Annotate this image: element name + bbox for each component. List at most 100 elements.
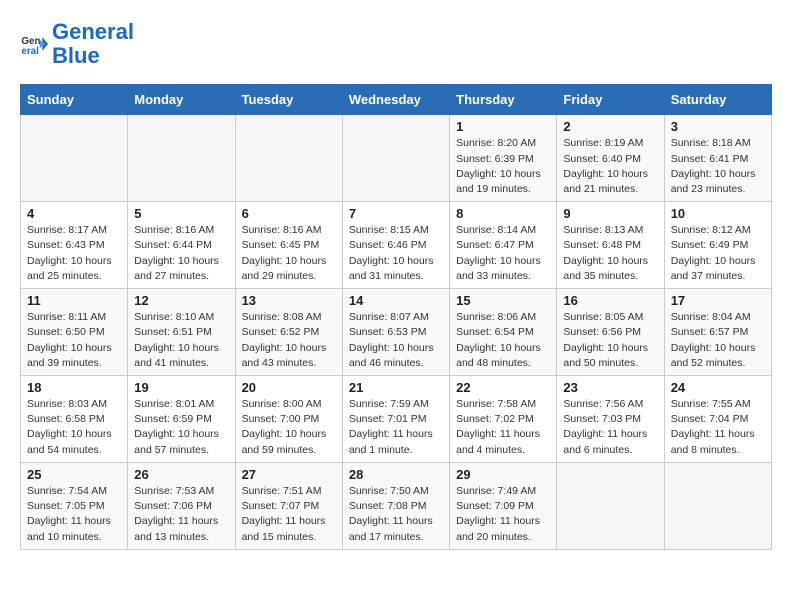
day-info: Sunrise: 8:14 AM Sunset: 6:47 PM Dayligh…	[456, 223, 550, 284]
day-info: Sunrise: 8:17 AM Sunset: 6:43 PM Dayligh…	[27, 223, 121, 284]
day-info: Sunrise: 7:58 AM Sunset: 7:02 PM Dayligh…	[456, 397, 550, 458]
weekday-saturday: Saturday	[664, 85, 771, 115]
calendar-cell: 29 Sunrise: 7:49 AM Sunset: 7:09 PM Dayli…	[450, 462, 557, 549]
calendar-cell: 12 Sunrise: 8:10 AM Sunset: 6:51 PM Dayli…	[128, 289, 235, 376]
calendar-cell: 19 Sunrise: 8:01 AM Sunset: 6:59 PM Dayli…	[128, 376, 235, 463]
calendar-cell: 1 Sunrise: 8:20 AM Sunset: 6:39 PM Daylig…	[450, 115, 557, 202]
calendar-header: SundayMondayTuesdayWednesdayThursdayFrid…	[21, 85, 772, 115]
calendar-cell: 21 Sunrise: 7:59 AM Sunset: 7:01 PM Dayli…	[342, 376, 449, 463]
day-info: Sunrise: 8:16 AM Sunset: 6:45 PM Dayligh…	[242, 223, 336, 284]
day-info: Sunrise: 7:51 AM Sunset: 7:07 PM Dayligh…	[242, 484, 336, 545]
calendar-cell: 28 Sunrise: 7:50 AM Sunset: 7:08 PM Dayli…	[342, 462, 449, 549]
day-info: Sunrise: 8:03 AM Sunset: 6:58 PM Dayligh…	[27, 397, 121, 458]
day-info: Sunrise: 8:11 AM Sunset: 6:50 PM Dayligh…	[27, 310, 121, 371]
day-number: 20	[242, 380, 336, 395]
day-info: Sunrise: 7:56 AM Sunset: 7:03 PM Dayligh…	[563, 397, 657, 458]
calendar-cell: 22 Sunrise: 7:58 AM Sunset: 7:02 PM Dayli…	[450, 376, 557, 463]
calendar-cell: 4Sunrise: 8:17 AM Sunset: 6:43 PM Daylig…	[21, 202, 128, 289]
calendar-cell	[557, 462, 664, 549]
day-info: Sunrise: 7:50 AM Sunset: 7:08 PM Dayligh…	[349, 484, 443, 545]
weekday-wednesday: Wednesday	[342, 85, 449, 115]
day-number: 2	[563, 119, 657, 134]
calendar-cell: 11 Sunrise: 8:11 AM Sunset: 6:50 PM Dayli…	[21, 289, 128, 376]
day-number: 1	[456, 119, 550, 134]
calendar-cell	[21, 115, 128, 202]
day-info: Sunrise: 8:12 AM Sunset: 6:49 PM Dayligh…	[671, 223, 765, 284]
day-number: 10	[671, 206, 765, 221]
day-number: 8	[456, 206, 550, 221]
day-info: Sunrise: 8:20 AM Sunset: 6:39 PM Dayligh…	[456, 136, 550, 197]
day-info: Sunrise: 7:55 AM Sunset: 7:04 PM Dayligh…	[671, 397, 765, 458]
weekday-header-row: SundayMondayTuesdayWednesdayThursdayFrid…	[21, 85, 772, 115]
day-number: 11	[27, 293, 121, 308]
day-info: Sunrise: 7:59 AM Sunset: 7:01 PM Dayligh…	[349, 397, 443, 458]
calendar-cell: 24Sunrise: 7:55 AM Sunset: 7:04 PM Dayli…	[664, 376, 771, 463]
weekday-tuesday: Tuesday	[235, 85, 342, 115]
day-number: 5	[134, 206, 228, 221]
calendar-cell	[342, 115, 449, 202]
page-header: Gen eral GeneralBlue	[20, 20, 772, 68]
calendar-cell: 16 Sunrise: 8:05 AM Sunset: 6:56 PM Dayli…	[557, 289, 664, 376]
weekday-friday: Friday	[557, 85, 664, 115]
calendar-cell	[128, 115, 235, 202]
day-number: 28	[349, 467, 443, 482]
day-info: Sunrise: 8:04 AM Sunset: 6:57 PM Dayligh…	[671, 310, 765, 371]
calendar-cell: 26 Sunrise: 7:53 AM Sunset: 7:06 PM Dayli…	[128, 462, 235, 549]
day-info: Sunrise: 8:10 AM Sunset: 6:51 PM Dayligh…	[134, 310, 228, 371]
day-number: 16	[563, 293, 657, 308]
day-info: Sunrise: 8:13 AM Sunset: 6:48 PM Dayligh…	[563, 223, 657, 284]
calendar-cell: 8 Sunrise: 8:14 AM Sunset: 6:47 PM Daylig…	[450, 202, 557, 289]
weekday-sunday: Sunday	[21, 85, 128, 115]
calendar-cell: 10 Sunrise: 8:12 AM Sunset: 6:49 PM Dayli…	[664, 202, 771, 289]
day-number: 25	[27, 467, 121, 482]
calendar-cell: 6Sunrise: 8:16 AM Sunset: 6:45 PM Daylig…	[235, 202, 342, 289]
svg-text:eral: eral	[21, 46, 39, 57]
calendar-cell: 27 Sunrise: 7:51 AM Sunset: 7:07 PM Dayli…	[235, 462, 342, 549]
day-number: 12	[134, 293, 228, 308]
day-info: Sunrise: 8:16 AM Sunset: 6:44 PM Dayligh…	[134, 223, 228, 284]
day-number: 15	[456, 293, 550, 308]
calendar-cell: 20 Sunrise: 8:00 AM Sunset: 7:00 PM Dayli…	[235, 376, 342, 463]
day-number: 14	[349, 293, 443, 308]
calendar-cell: 17 Sunrise: 8:04 AM Sunset: 6:57 PM Dayli…	[664, 289, 771, 376]
weekday-monday: Monday	[128, 85, 235, 115]
logo: Gen eral GeneralBlue	[20, 20, 134, 68]
day-number: 21	[349, 380, 443, 395]
calendar-cell: 18 Sunrise: 8:03 AM Sunset: 6:58 PM Dayli…	[21, 376, 128, 463]
calendar-cell: 25Sunrise: 7:54 AM Sunset: 7:05 PM Dayli…	[21, 462, 128, 549]
day-number: 23	[563, 380, 657, 395]
day-number: 7	[349, 206, 443, 221]
calendar-cell: 7 Sunrise: 8:15 AM Sunset: 6:46 PM Daylig…	[342, 202, 449, 289]
calendar-cell	[664, 462, 771, 549]
day-info: Sunrise: 7:53 AM Sunset: 7:06 PM Dayligh…	[134, 484, 228, 545]
day-number: 17	[671, 293, 765, 308]
day-info: Sunrise: 8:00 AM Sunset: 7:00 PM Dayligh…	[242, 397, 336, 458]
day-info: Sunrise: 8:07 AM Sunset: 6:53 PM Dayligh…	[349, 310, 443, 371]
day-number: 27	[242, 467, 336, 482]
day-number: 9	[563, 206, 657, 221]
day-number: 26	[134, 467, 228, 482]
calendar-table: SundayMondayTuesdayWednesdayThursdayFrid…	[20, 84, 772, 549]
day-info: Sunrise: 8:01 AM Sunset: 6:59 PM Dayligh…	[134, 397, 228, 458]
day-info: Sunrise: 8:06 AM Sunset: 6:54 PM Dayligh…	[456, 310, 550, 371]
calendar-week-2: 11 Sunrise: 8:11 AM Sunset: 6:50 PM Dayli…	[21, 289, 772, 376]
calendar-cell	[235, 115, 342, 202]
day-number: 3	[671, 119, 765, 134]
calendar-week-0: 1 Sunrise: 8:20 AM Sunset: 6:39 PM Daylig…	[21, 115, 772, 202]
calendar-cell: 5 Sunrise: 8:16 AM Sunset: 6:44 PM Daylig…	[128, 202, 235, 289]
day-number: 18	[27, 380, 121, 395]
calendar-cell: 13Sunrise: 8:08 AM Sunset: 6:52 PM Dayli…	[235, 289, 342, 376]
calendar-cell: 9 Sunrise: 8:13 AM Sunset: 6:48 PM Daylig…	[557, 202, 664, 289]
calendar-cell: 15 Sunrise: 8:06 AM Sunset: 6:54 PM Dayli…	[450, 289, 557, 376]
day-info: Sunrise: 8:05 AM Sunset: 6:56 PM Dayligh…	[563, 310, 657, 371]
day-info: Sunrise: 8:15 AM Sunset: 6:46 PM Dayligh…	[349, 223, 443, 284]
day-info: Sunrise: 7:49 AM Sunset: 7:09 PM Dayligh…	[456, 484, 550, 545]
weekday-thursday: Thursday	[450, 85, 557, 115]
calendar-cell: 14 Sunrise: 8:07 AM Sunset: 6:53 PM Dayli…	[342, 289, 449, 376]
calendar-week-3: 18 Sunrise: 8:03 AM Sunset: 6:58 PM Dayli…	[21, 376, 772, 463]
day-number: 29	[456, 467, 550, 482]
day-info: Sunrise: 8:19 AM Sunset: 6:40 PM Dayligh…	[563, 136, 657, 197]
calendar-cell: 23 Sunrise: 7:56 AM Sunset: 7:03 PM Dayli…	[557, 376, 664, 463]
day-number: 22	[456, 380, 550, 395]
day-number: 19	[134, 380, 228, 395]
